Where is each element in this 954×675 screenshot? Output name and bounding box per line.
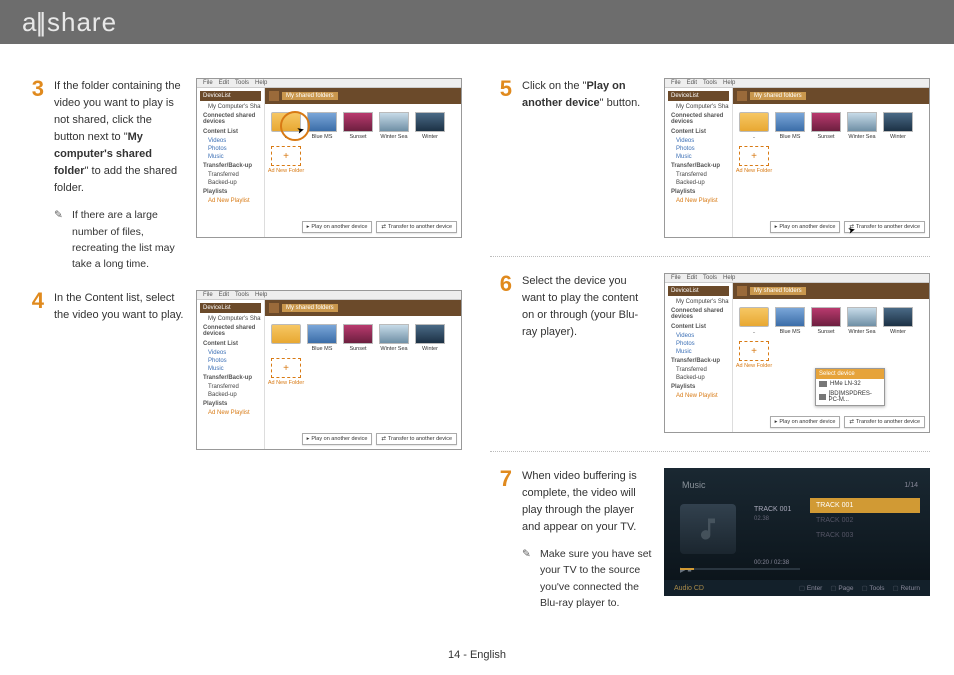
tv-source: Audio CD	[674, 585, 704, 592]
play-another-button[interactable]: ▸Play on another device	[770, 416, 841, 428]
step-4: 4 In the Content list, select the video …	[22, 290, 462, 450]
tv-count: 1/14	[904, 482, 918, 489]
step-note: ✎ Make sure you have set your TV to the …	[522, 546, 652, 611]
tv-enter-button[interactable]: Enter	[799, 584, 823, 592]
device-select-popup[interactable]: Select device HMe LN-32 [BD]MSPDRES-PC-M…	[815, 368, 885, 406]
divider	[490, 256, 930, 257]
tv-list-row[interactable]: TRACK 001	[810, 498, 920, 513]
tv-time: 00:20 / 02:38	[754, 560, 789, 566]
page-header: a||share	[0, 0, 954, 44]
screenshot-step5: FileEditToolsHelp DeviceList My Computer…	[664, 78, 930, 238]
page-content: 3 If the folder containing the video you…	[0, 44, 954, 629]
tv-now-playing: TRACK 001	[754, 506, 791, 513]
step-5: 5 Click on the "Play on another device" …	[490, 78, 930, 238]
right-column: 5 Click on the "Play on another device" …	[490, 78, 930, 629]
step-3: 3 If the folder containing the video you…	[22, 78, 462, 272]
transfer-button[interactable]: ⇄Transfer to another device	[844, 416, 925, 428]
page-footer: 14 - English	[0, 649, 954, 661]
divider	[490, 451, 930, 452]
tv-tools-button[interactable]: Tools	[862, 584, 885, 592]
screenshot-step4: FileEditToolsHelp DeviceList My Computer…	[196, 290, 462, 450]
step-number: 6	[490, 273, 512, 433]
tv-list-row[interactable]: TRACK 002	[810, 513, 920, 528]
pencil-icon: ✎	[54, 207, 66, 272]
step-text: When video buffering is complete, the vi…	[522, 468, 652, 611]
play-another-button[interactable]: ▸Play on another device	[770, 221, 841, 233]
tv-track-length: 02.38	[754, 516, 769, 522]
left-column: 3 If the folder containing the video you…	[22, 78, 462, 629]
step-text: Click on the "Play on another device" bu…	[522, 78, 652, 238]
tv-list-row[interactable]: TRACK 003	[810, 528, 920, 543]
step-note: ✎ If there are a large number of files, …	[54, 207, 184, 272]
tv-page-button[interactable]: Page	[830, 584, 853, 592]
step-text: Select the device you want to play the c…	[522, 273, 652, 433]
screenshot-step7-tv: Music 1/14 TRACK 001 02.38 TRACK 001 TRA…	[664, 468, 930, 596]
tv-track-list: TRACK 001 TRACK 002 TRACK 003	[810, 498, 920, 543]
play-another-button[interactable]: ▸Play on another device	[302, 221, 373, 233]
tv-header: Music	[682, 480, 706, 490]
screenshot-step6: FileEditToolsHelp DeviceList My Computer…	[664, 273, 930, 433]
brand-logo: a||share	[22, 7, 117, 38]
step-number: 7	[490, 468, 512, 611]
step-6: 6 Select the device you want to play the…	[490, 273, 930, 433]
transfer-button[interactable]: ⇄Transfer to another device	[376, 433, 457, 445]
pencil-icon: ✎	[522, 546, 534, 611]
screenshot-step3: FileEditToolsHelp DeviceList My Computer…	[196, 78, 462, 238]
tv-progress-bar[interactable]	[680, 568, 800, 570]
step-number: 5	[490, 78, 512, 238]
step-7: 7 When video buffering is complete, the …	[490, 468, 930, 611]
music-note-icon	[680, 504, 736, 554]
play-another-button[interactable]: ▸Play on another device	[302, 433, 373, 445]
step-text: In the Content list, select the video yo…	[54, 290, 184, 450]
step-number: 4	[22, 290, 44, 450]
transfer-button[interactable]: ⇄Transfer to another device	[376, 221, 457, 233]
step-number: 3	[22, 78, 44, 272]
tv-return-button[interactable]: Return	[893, 584, 920, 592]
step-text: If the folder containing the video you w…	[54, 78, 184, 272]
